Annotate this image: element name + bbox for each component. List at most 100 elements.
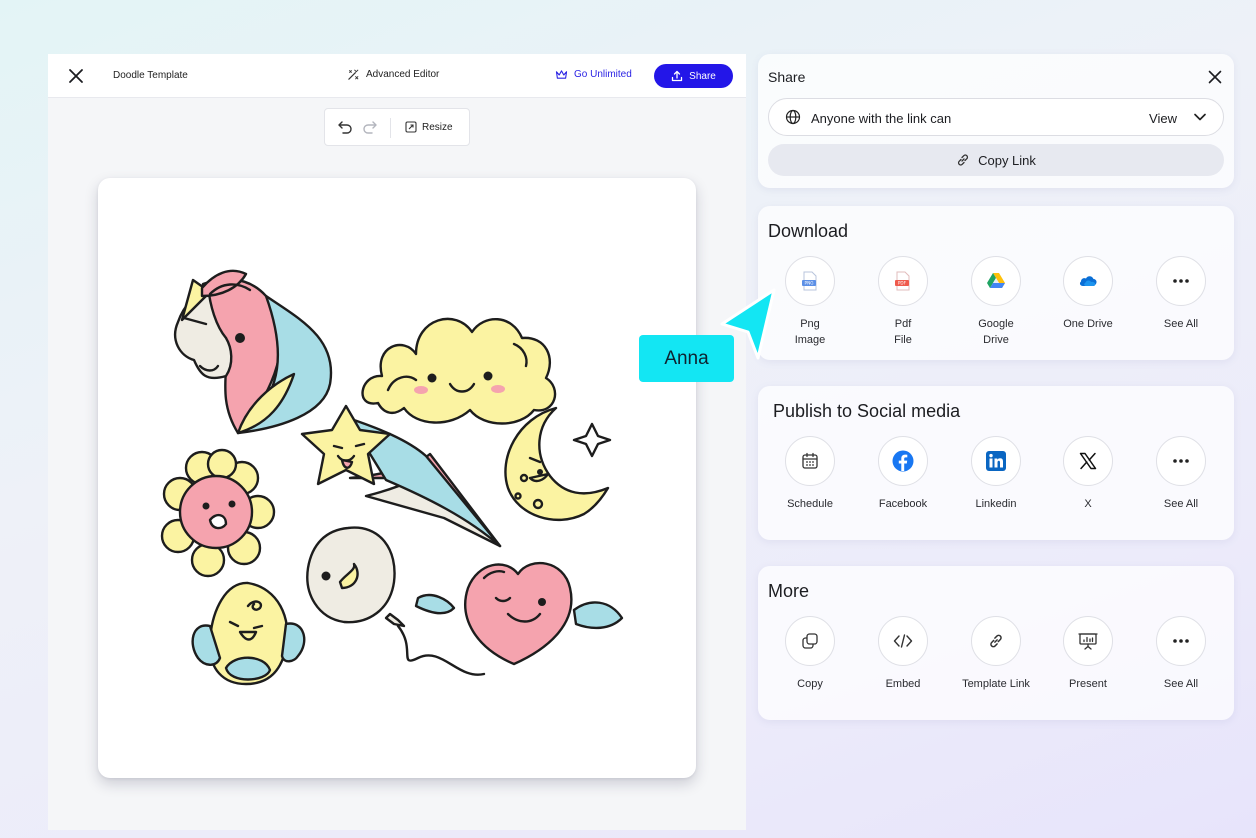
close-icon[interactable]: [68, 68, 84, 84]
more-title: More: [768, 581, 810, 601]
link-icon: [958, 154, 969, 166]
more-present-option[interactable]: Present: [1042, 616, 1134, 692]
option-circle: [1063, 436, 1113, 486]
heart-doodle: [414, 561, 624, 666]
option-label: Linkedin: [975, 498, 1017, 510]
crown-icon: [555, 70, 568, 79]
chick-doodle: [191, 581, 306, 686]
option-circle: [878, 616, 928, 666]
onedrive-icon: [1079, 276, 1097, 286]
social-schedule-option[interactable]: Schedule: [764, 436, 856, 512]
more-dots-icon: [1173, 279, 1189, 283]
toolbar-divider: [390, 118, 391, 138]
document-title[interactable]: Doodle Template: [113, 70, 188, 81]
option-circle: [971, 256, 1021, 306]
option-label: Embed: [885, 678, 921, 690]
advanced-editor-label: Advanced Editor: [366, 69, 440, 80]
option-circle: [785, 616, 835, 666]
social-linkedin-option[interactable]: Linkedin: [950, 436, 1042, 512]
option-label: Google Drive: [978, 318, 1014, 346]
svg-text:PNG: PNG: [805, 281, 814, 286]
presentation-icon: [1078, 633, 1098, 650]
share-panel-title: Share: [768, 69, 806, 85]
option-label: One Drive: [1063, 318, 1113, 330]
social-see-all-option[interactable]: See All: [1135, 436, 1227, 512]
option-label: Template Link: [962, 678, 1030, 690]
more-panel: More Copy Embed Template Link Present Se…: [758, 566, 1234, 720]
share-button[interactable]: Share: [654, 64, 733, 88]
option-label: Present: [1069, 678, 1107, 690]
social-x-option[interactable]: X: [1042, 436, 1134, 512]
magic-wand-icon: [348, 69, 359, 80]
linkedin-icon: [986, 451, 1006, 471]
unicorn-doodle: [173, 269, 333, 435]
more-dots-icon: [1173, 639, 1189, 643]
code-icon: [893, 634, 913, 648]
download-onedrive-option[interactable]: One Drive: [1042, 256, 1134, 332]
link-access-value: View: [1149, 111, 1177, 126]
doodle-artwork: [160, 269, 624, 686]
resize-icon: [405, 121, 417, 133]
go-unlimited-label: Go Unlimited: [574, 69, 632, 80]
undo-icon[interactable]: [337, 120, 353, 134]
more-see-all-option[interactable]: See All: [1135, 616, 1227, 692]
chevron-down-icon: [1194, 113, 1206, 121]
copy-link-button[interactable]: Copy Link: [768, 144, 1224, 176]
option-circle: [878, 436, 928, 486]
canvas-toolbar: Resize: [324, 108, 470, 146]
social-facebook-option[interactable]: Facebook: [857, 436, 949, 512]
download-google-drive-option[interactable]: Google Drive: [950, 256, 1042, 348]
x-logo-icon: [1079, 452, 1097, 470]
design-canvas[interactable]: [98, 178, 696, 778]
svg-text:PDF: PDF: [898, 281, 907, 286]
go-unlimited-button[interactable]: Go Unlimited: [555, 69, 632, 80]
option-circle: [1063, 616, 1113, 666]
option-circle: [1063, 256, 1113, 306]
resize-button[interactable]: Resize: [405, 121, 453, 133]
option-label: Pdf File: [894, 318, 912, 346]
flower-doodle: [160, 448, 276, 578]
option-circle: [971, 436, 1021, 486]
option-label: Facebook: [878, 498, 928, 510]
calendar-icon: [802, 452, 818, 469]
option-label: Schedule: [787, 498, 833, 510]
option-circle: [1156, 436, 1206, 486]
download-pdf-option[interactable]: PDF Pdf File: [857, 256, 949, 348]
option-label: X: [1084, 498, 1092, 510]
download-see-all-option[interactable]: See All: [1135, 256, 1227, 332]
option-circle: [1156, 616, 1206, 666]
link-access-text: Anyone with the link can: [811, 111, 952, 126]
option-circle: [1156, 256, 1206, 306]
moon-doodle: [504, 406, 612, 522]
more-dots-icon: [1173, 459, 1189, 463]
option-circle: [971, 616, 1021, 666]
social-publish-panel: Publish to Social media Schedule Faceboo…: [758, 386, 1234, 540]
link-access-dropdown[interactable]: Anyone with the link can View: [768, 98, 1224, 136]
shooting-star-doodle: [300, 404, 502, 548]
google-drive-icon: [987, 273, 1005, 288]
more-copy-option[interactable]: Copy: [764, 616, 856, 692]
download-title: Download: [768, 221, 849, 241]
more-embed-option[interactable]: Embed: [857, 616, 949, 692]
editor-topbar: Doodle Template Advanced Editor Go Unlim…: [48, 54, 746, 98]
pdf-file-icon: PDF: [895, 271, 910, 291]
advanced-editor-button[interactable]: Advanced Editor: [347, 68, 439, 81]
close-icon[interactable]: [1208, 70, 1222, 84]
social-title: Publish to Social media: [773, 401, 961, 421]
copy-icon: [802, 633, 818, 649]
share-button-label: Share: [689, 70, 716, 82]
balloon-doodle: [306, 526, 486, 676]
option-circle: PDF: [878, 256, 928, 306]
upload-icon: [672, 70, 683, 82]
collaborator-name: Anna: [664, 347, 709, 369]
option-label: See All: [1163, 318, 1199, 330]
png-file-icon: PNG: [802, 271, 817, 291]
download-panel: Download PNG Png Image PDF Pdf File Goog…: [758, 206, 1234, 360]
collaborator-name-tag: Anna: [639, 335, 734, 382]
facebook-icon: [892, 450, 914, 472]
redo-icon[interactable]: [362, 120, 378, 134]
cloud-doodle: [361, 317, 557, 425]
more-template-link-option[interactable]: Template Link: [950, 616, 1042, 692]
option-label: See All: [1163, 678, 1199, 690]
option-label: Copy: [797, 678, 823, 690]
